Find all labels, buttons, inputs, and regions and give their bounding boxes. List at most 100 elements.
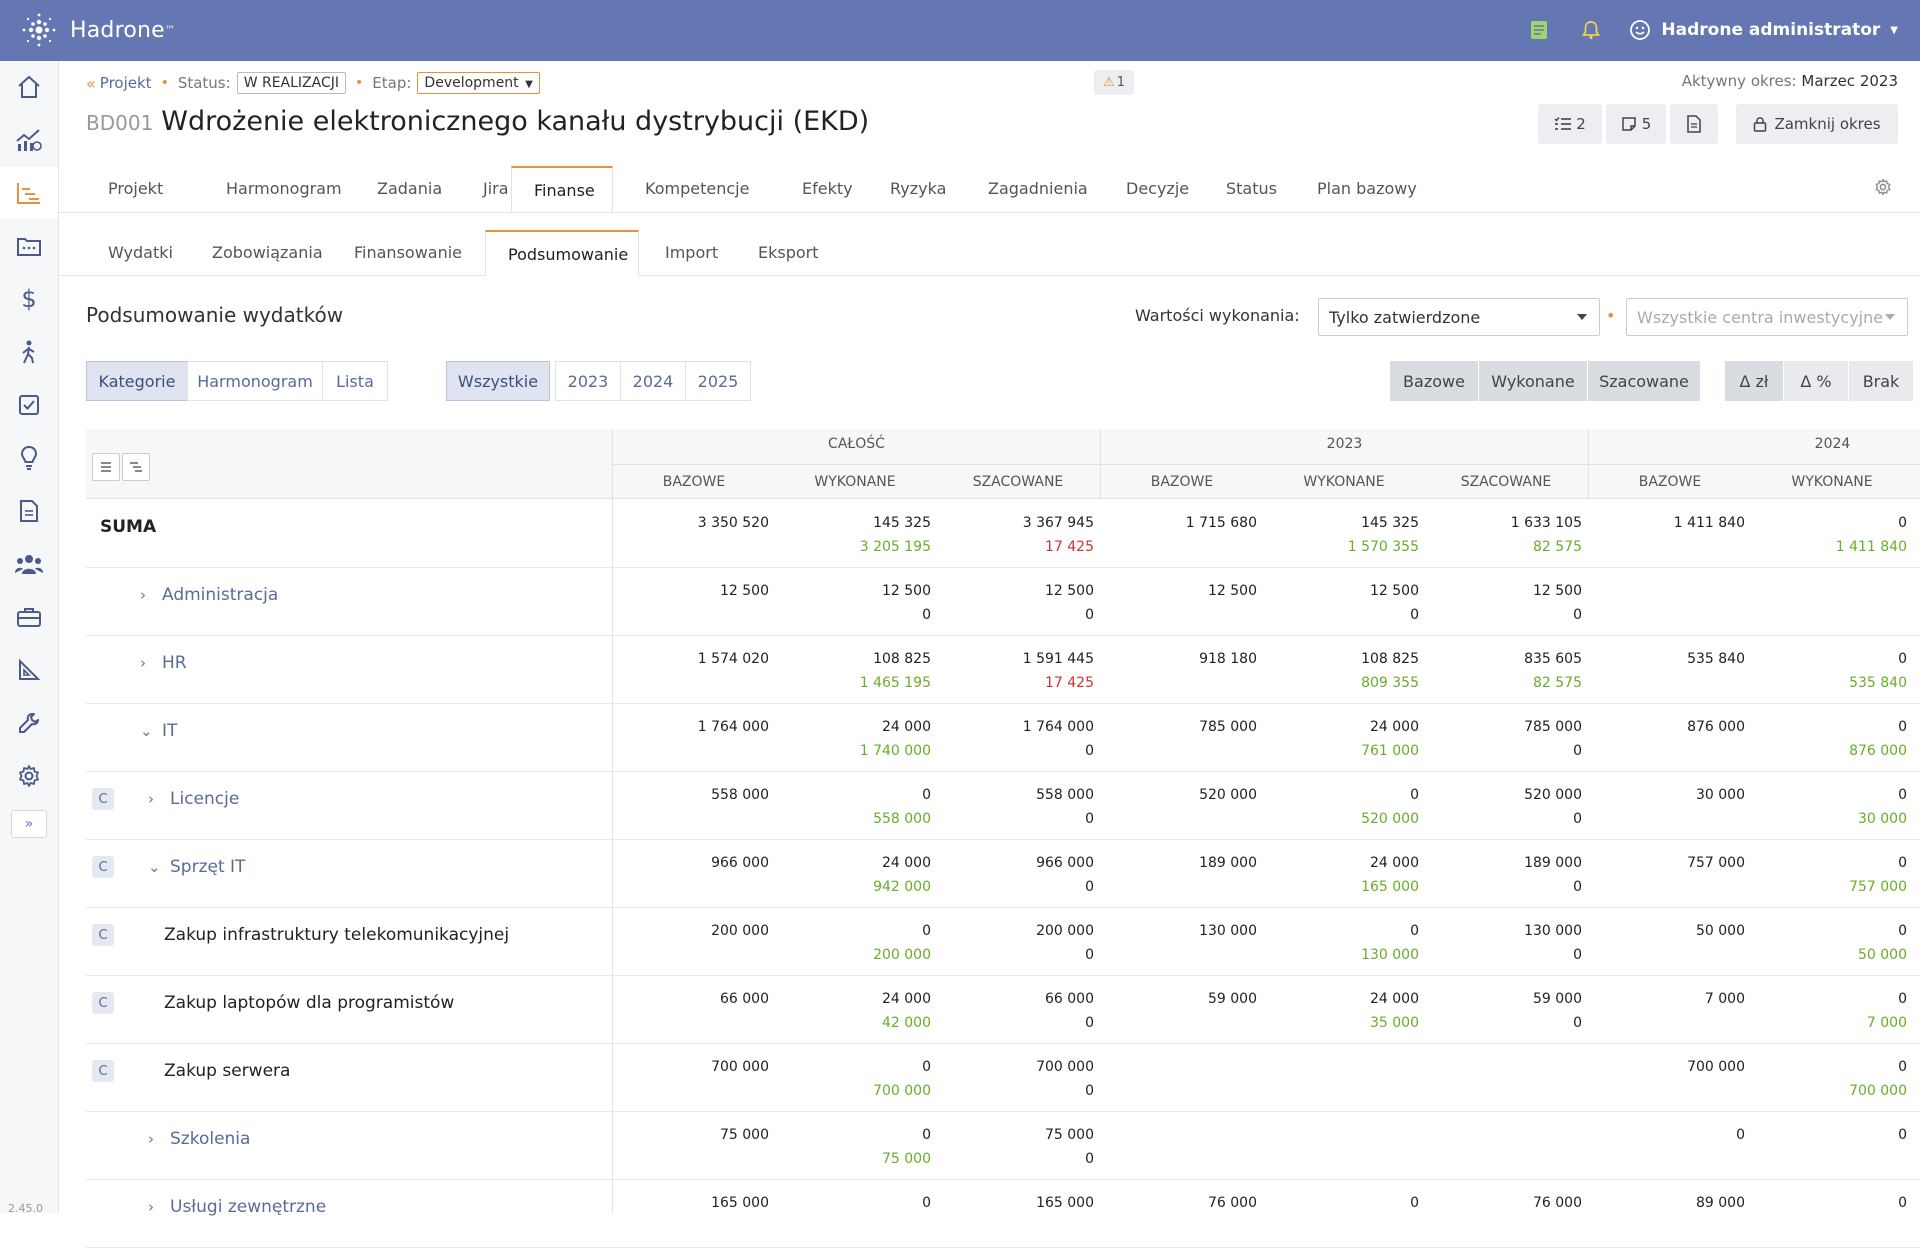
checkbox-icon[interactable] [0,379,58,431]
document-icon[interactable] [0,485,58,537]
gear-icon[interactable] [0,750,58,802]
close-period-button[interactable]: Zamknij okres [1736,104,1898,144]
table-row[interactable]: C Zakup serwera 700 000 0 700 000 700 000 0 700… [86,1043,1920,1112]
gantt-icon[interactable] [0,167,58,219]
warning-badge[interactable]: ⚠ 1 [1094,70,1134,95]
subtab-zobowiazania[interactable]: Zobowiązania [190,230,345,276]
value-bazowe-button[interactable]: Bazowe [1390,361,1478,401]
row-label[interactable]: ⌄ IT [140,721,177,741]
table-row[interactable]: SUMA 3 350 520 145 325 3 205 195 3 367 945 17… [86,499,1920,568]
tab-plan-bazowy[interactable]: Plan bazowy [1295,166,1439,212]
folder-icon[interactable] [0,220,58,272]
chart-growth-icon[interactable] [0,114,58,166]
table-row[interactable]: › Usługi zewnętrzne 165 000 0 165 000 76 000 0… [86,1179,1920,1248]
briefcase-icon[interactable] [0,591,58,643]
delta-none-button[interactable]: Brak [1849,361,1913,401]
notes-icon[interactable] [1519,14,1559,46]
chevron-right-icon[interactable]: › [148,1130,164,1148]
row-label[interactable]: › Usługi zewnętrzne [148,1197,326,1217]
cell-value: 75 000 [1045,1127,1094,1143]
subtab-import[interactable]: Import [643,230,740,276]
lightbulb-icon[interactable] [0,432,58,484]
view-harmonogram-button[interactable]: Harmonogram [187,361,323,401]
expand-icon[interactable]: » [11,810,47,838]
cell-value: 1 715 680 [1185,515,1257,531]
chevron-right-icon[interactable]: › [140,654,156,672]
subtab-finansowanie[interactable]: Finansowanie [332,230,484,276]
cell-value: 7 000 [1704,991,1745,1007]
cell-value: 3 350 520 [697,515,769,531]
ruler-icon[interactable] [0,644,58,696]
chevron-down-icon[interactable]: ⌄ [148,858,164,876]
person-walk-icon[interactable] [0,326,58,378]
tab-harmonogram[interactable]: Harmonogram [204,166,364,212]
group-header-2023: 2023 [1326,436,1363,452]
team-icon[interactable] [0,538,58,590]
cell-delta: 0 [1085,1151,1094,1167]
delta-zl-button[interactable]: Δ zł [1725,361,1783,401]
cell-delta: 0 [1085,811,1094,827]
table-row[interactable]: C Zakup infrastruktury telekomunikacyjnej… [86,907,1920,976]
period-2025-button[interactable]: 2025 [685,361,751,401]
cell-value: 1 591 445 [1022,651,1094,667]
tab-finanse[interactable]: Finanse [511,166,613,212]
notes-button[interactable]: 5 [1606,104,1666,144]
cell-delta: 761 000 [1361,743,1419,759]
table-row[interactable]: › Administracja 12 500 12 500 0 12 500 0 12 500… [86,567,1920,636]
period-2023-button[interactable]: 2023 [555,361,621,401]
collapse-all-icon[interactable] [92,453,120,481]
cell-value: 0 [922,1195,931,1211]
tab-projekt[interactable]: Projekt [86,166,185,212]
wrench-icon[interactable] [0,697,58,749]
checklist-button[interactable]: 2 [1538,104,1602,144]
row-label[interactable]: › Szkolenia [148,1129,250,1149]
user-menu[interactable]: Hadrone administrator ▼ [1629,19,1898,41]
subtab-eksport[interactable]: Eksport [736,230,841,276]
subtab-podsumowanie[interactable]: Podsumowanie [485,230,639,276]
view-kategorie-button[interactable]: Kategorie [86,361,188,401]
row-label[interactable]: › Administracja [140,585,278,605]
report-button[interactable] [1670,104,1718,144]
chevron-right-icon[interactable]: › [148,1198,164,1216]
chevron-right-icon[interactable]: › [140,586,156,604]
table-row[interactable]: › HR 1 574 020 108 825 1 465 195 1 591 445 17 … [86,635,1920,704]
tab-decyzje[interactable]: Decyzje [1104,166,1211,212]
tab-efekty[interactable]: Efekty [780,166,875,212]
logo[interactable]: Hadrone ™ [18,10,175,50]
table-row[interactable]: ⌄ IT 1 764 000 24 000 1 740 000 1 764 000 0 785… [86,703,1920,772]
etap-select[interactable]: Development ▼ [417,72,540,94]
row-label[interactable]: › Licencje [148,789,239,809]
tab-kompetencje[interactable]: Kompetencje [623,166,771,212]
row-label[interactable]: › HR [140,653,187,673]
delta-percent-button[interactable]: Δ % [1784,361,1848,401]
tab-status[interactable]: Status [1204,166,1299,212]
table-row[interactable]: › Szkolenia 75 000 0 75 000 75 000 0 0 0 [86,1111,1920,1180]
table-row[interactable]: C › Licencje 558 000 0 558 000 558 000 0 520 000… [86,771,1920,840]
dollar-icon[interactable]: $ [0,273,58,325]
breadcrumb-project-link[interactable]: Projekt [100,74,152,92]
chevron-right-icon[interactable]: › [148,790,164,808]
execution-filter-select[interactable]: Tylko zatwierdzone [1318,298,1600,336]
value-szacowane-button[interactable]: Szacowane [1588,361,1700,401]
expand-all-icon[interactable] [122,453,150,481]
tab-zadania[interactable]: Zadania [355,166,464,212]
home-icon[interactable] [0,61,58,113]
cell-value: 75 000 [720,1127,769,1143]
cell-value: 66 000 [1045,991,1094,1007]
cell-delta: 82 575 [1533,675,1582,691]
settings-gear-icon[interactable] [1874,178,1892,200]
period-all-button[interactable]: Wszystkie [446,361,550,401]
table-row[interactable]: C ⌄ Sprzęt IT 966 000 24 000 942 000 966 000 0 1… [86,839,1920,908]
tab-ryzyka[interactable]: Ryzyka [868,166,968,212]
row-label[interactable]: ⌄ Sprzęt IT [148,857,245,877]
bell-icon[interactable] [1571,14,1611,46]
cell-value: 0 [922,787,931,803]
investment-centers-select[interactable]: Wszystkie centra inwestycyjne [1626,298,1908,336]
subtab-wydatki[interactable]: Wydatki [86,230,195,276]
chevron-down-icon[interactable]: ⌄ [140,722,156,740]
period-2024-button[interactable]: 2024 [620,361,686,401]
view-lista-button[interactable]: Lista [322,361,388,401]
table-row[interactable]: C Zakup laptopów dla programistów 66 000 24… [86,975,1920,1044]
tab-zagadnienia[interactable]: Zagadnienia [966,166,1110,212]
value-wykonane-button[interactable]: Wykonane [1479,361,1587,401]
